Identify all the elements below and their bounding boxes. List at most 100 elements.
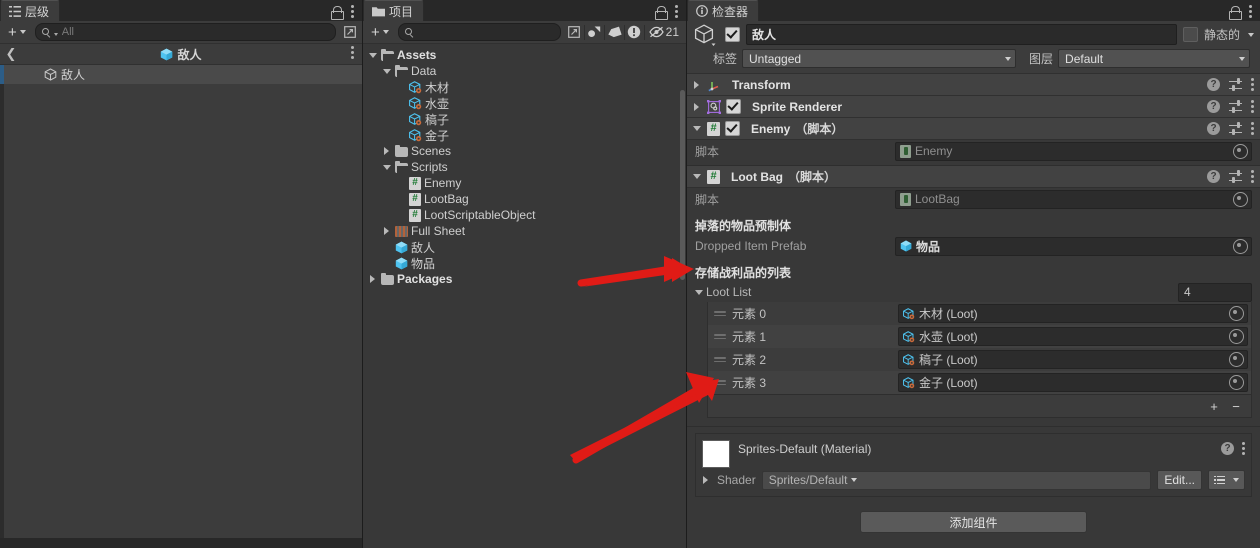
lootbag-script-field[interactable]: LootBag bbox=[895, 189, 1252, 209]
hierarchy-add-button[interactable]: + bbox=[3, 24, 31, 41]
project-tree-item[interactable]: 稿子 bbox=[363, 111, 686, 127]
shader-dropdown[interactable]: Sprites/Default bbox=[761, 470, 1152, 490]
chevron-right-icon[interactable] bbox=[691, 79, 702, 90]
project-tree-item[interactable]: 水壶 bbox=[363, 95, 686, 111]
shader-edit-button[interactable]: Edit... bbox=[1157, 470, 1202, 490]
tab-hierarchy[interactable]: 层级 bbox=[0, 0, 61, 21]
enemy-enabled-checkbox[interactable] bbox=[725, 121, 740, 136]
warning-filter-icon[interactable] bbox=[625, 24, 644, 41]
loot-element-row[interactable]: 元素 3 金子 (Loot) bbox=[708, 371, 1251, 394]
component-header-loot-bag[interactable]: # Loot Bag （脚本） ? bbox=[687, 166, 1260, 188]
loot-element-field[interactable]: 稿子 (Loot) bbox=[898, 350, 1248, 369]
component-header-enemy[interactable]: # Enemy （脚本） ? bbox=[687, 118, 1260, 140]
tag-dropdown[interactable]: Untagged bbox=[742, 49, 1017, 68]
chevron-right-icon[interactable] bbox=[381, 226, 392, 237]
lock-icon[interactable] bbox=[655, 5, 668, 20]
object-picker-icon[interactable] bbox=[1229, 329, 1244, 344]
preset-icon[interactable] bbox=[1229, 77, 1242, 91]
chevron-right-icon[interactable] bbox=[381, 146, 392, 157]
project-tree-item[interactable]: Scripts bbox=[363, 159, 686, 175]
help-icon[interactable]: ? bbox=[1221, 442, 1234, 455]
chevron-down-icon[interactable] bbox=[691, 123, 702, 134]
component-menu-icon[interactable] bbox=[1251, 100, 1254, 113]
project-tree-item[interactable]: 物品 bbox=[363, 255, 686, 271]
chevron-right-icon[interactable] bbox=[700, 475, 711, 486]
project-tree-item[interactable]: # LootBag bbox=[363, 191, 686, 207]
project-add-button[interactable]: + bbox=[366, 24, 394, 41]
material-preview[interactable] bbox=[702, 440, 730, 468]
layer-dropdown[interactable]: Default bbox=[1058, 49, 1250, 68]
chevron-down-icon[interactable] bbox=[367, 50, 378, 61]
drag-handle-icon[interactable] bbox=[714, 334, 732, 339]
chevron-down-icon[interactable] bbox=[381, 162, 392, 173]
help-icon[interactable]: ? bbox=[1207, 170, 1220, 183]
loot-element-row[interactable]: 元素 1 水壶 (Loot) bbox=[708, 325, 1251, 348]
project-tree-item[interactable]: Packages bbox=[363, 271, 686, 287]
project-tree-item[interactable]: # LootScriptableObject bbox=[363, 207, 686, 223]
loot-list-size-input[interactable]: 4 bbox=[1178, 282, 1252, 302]
component-header-transform[interactable]: Transform ? bbox=[687, 74, 1260, 96]
component-header-sprite-renderer[interactable]: Sprite Renderer ? bbox=[687, 96, 1260, 118]
material-menu-icon[interactable] bbox=[1242, 442, 1245, 455]
loot-element-field[interactable]: 金子 (Loot) bbox=[898, 373, 1248, 392]
help-icon[interactable]: ? bbox=[1207, 122, 1220, 135]
preset-icon[interactable] bbox=[1229, 169, 1242, 183]
drag-handle-icon[interactable] bbox=[714, 357, 732, 362]
chevron-down-icon[interactable] bbox=[381, 66, 392, 77]
project-tree-item[interactable]: 木材 bbox=[363, 79, 686, 95]
loot-list-add-button[interactable]: + bbox=[1203, 398, 1225, 414]
project-tree-item[interactable]: Assets bbox=[363, 47, 686, 63]
chevron-down-icon[interactable] bbox=[691, 171, 702, 182]
preset-icon[interactable] bbox=[1229, 99, 1242, 113]
object-picker-icon[interactable] bbox=[1233, 191, 1248, 207]
object-picker-icon[interactable] bbox=[1229, 352, 1244, 367]
drag-handle-icon[interactable] bbox=[714, 380, 732, 385]
lock-icon[interactable] bbox=[331, 5, 344, 20]
loot-list-remove-button[interactable]: − bbox=[1225, 398, 1247, 414]
object-picker-icon[interactable] bbox=[1233, 238, 1248, 254]
object-picker-icon[interactable] bbox=[1233, 143, 1248, 159]
loot-element-field[interactable]: 水壶 (Loot) bbox=[898, 327, 1248, 346]
object-picker-icon[interactable] bbox=[1229, 375, 1244, 390]
project-tree-item[interactable]: Scenes bbox=[363, 143, 686, 159]
shader-variant-button[interactable] bbox=[1208, 470, 1245, 490]
chevron-down-icon[interactable] bbox=[693, 287, 704, 298]
inspector-menu-icon[interactable] bbox=[1249, 5, 1252, 18]
hierarchy-menu-icon[interactable] bbox=[351, 5, 354, 18]
loot-element-row[interactable]: 元素 0 木材 (Loot) bbox=[708, 302, 1251, 325]
project-scrollbar[interactable] bbox=[680, 90, 685, 280]
breadcrumb-back-button[interactable]: ❮ bbox=[0, 46, 22, 62]
chevron-right-icon[interactable] bbox=[691, 101, 702, 112]
tab-project[interactable]: 项目 bbox=[363, 0, 425, 21]
help-icon[interactable]: ? bbox=[1207, 78, 1220, 91]
gameobject-name-input[interactable]: 敌人 bbox=[746, 24, 1177, 45]
breadcrumb-menu-icon[interactable] bbox=[351, 46, 362, 62]
chevron-right-icon[interactable] bbox=[367, 274, 378, 285]
component-menu-icon[interactable] bbox=[1251, 170, 1254, 183]
gameobject-active-checkbox[interactable] bbox=[725, 27, 740, 42]
project-tree-item[interactable]: 金子 bbox=[363, 127, 686, 143]
static-checkbox[interactable] bbox=[1182, 27, 1198, 42]
help-icon[interactable]: ? bbox=[1207, 100, 1220, 113]
label-filter-icon[interactable] bbox=[605, 24, 624, 41]
dropped-item-field[interactable]: 物品 bbox=[895, 236, 1252, 256]
sprite-renderer-enabled-checkbox[interactable] bbox=[726, 99, 741, 114]
hierarchy-search-input[interactable]: All bbox=[34, 23, 336, 41]
project-tree-item[interactable]: # Enemy bbox=[363, 175, 686, 191]
hierarchy-item-enemy[interactable]: 敌人 bbox=[0, 65, 362, 84]
project-tree-item[interactable]: 敌人 bbox=[363, 239, 686, 255]
hierarchy-search-expand-button[interactable] bbox=[340, 24, 359, 41]
static-dropdown-chevron-icon[interactable] bbox=[1248, 32, 1254, 37]
component-menu-icon[interactable] bbox=[1251, 122, 1254, 135]
loot-element-row[interactable]: 元素 2 稿子 (Loot) bbox=[708, 348, 1251, 371]
object-picker-icon[interactable] bbox=[1229, 306, 1244, 321]
project-tree-item[interactable]: Data bbox=[363, 63, 686, 79]
project-search-expand-button[interactable] bbox=[565, 24, 584, 41]
add-component-button[interactable]: 添加组件 bbox=[860, 511, 1087, 533]
gameobject-icon[interactable] bbox=[693, 23, 719, 47]
tab-inspector[interactable]: 检查器 bbox=[687, 0, 760, 21]
enemy-script-field[interactable]: Enemy bbox=[895, 141, 1252, 161]
loot-element-field[interactable]: 木材 (Loot) bbox=[898, 304, 1248, 323]
type-filter-icon[interactable] bbox=[585, 24, 604, 41]
project-search-input[interactable] bbox=[397, 23, 561, 41]
